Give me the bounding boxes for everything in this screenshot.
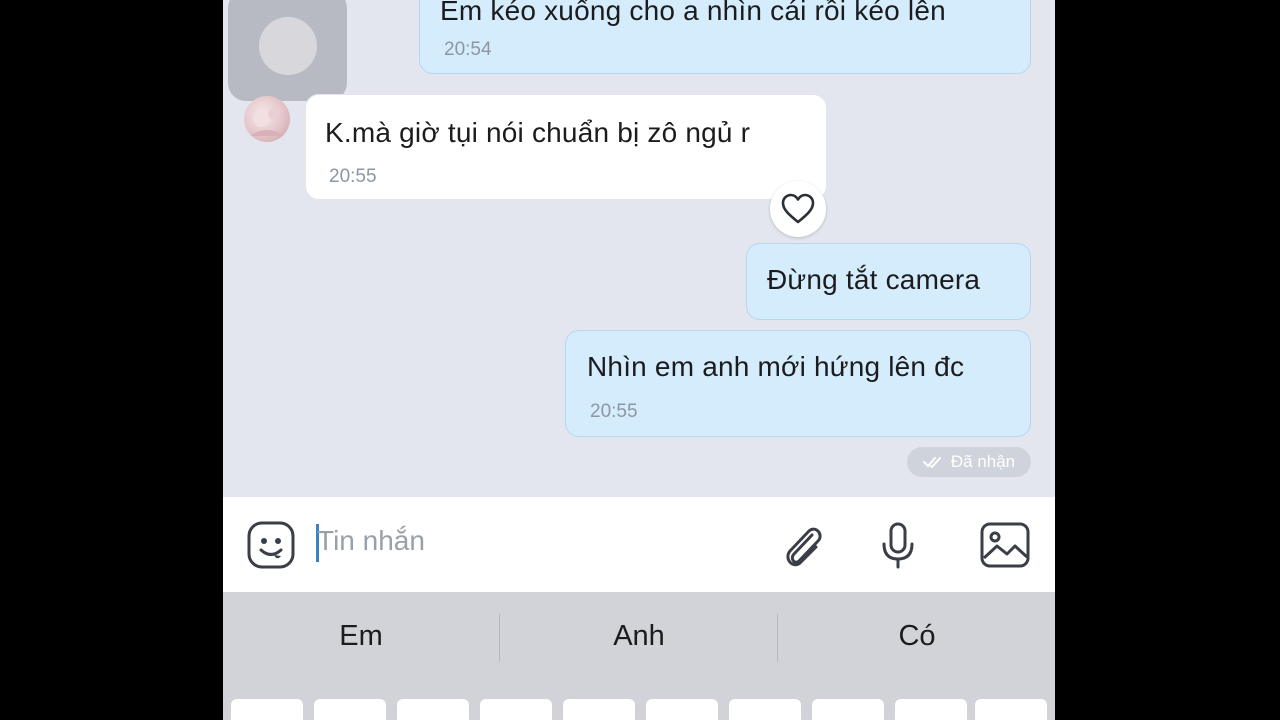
message-bubble-incoming[interactable]: K.mà giờ tụi nói chuẩn bị zô ngủ r 20:55 bbox=[305, 94, 827, 200]
floating-assistive-button[interactable] bbox=[228, 0, 347, 101]
keyboard-key[interactable] bbox=[314, 699, 386, 720]
message-input[interactable]: Tin nhắn bbox=[317, 525, 425, 557]
message-time: 20:55 bbox=[590, 401, 638, 422]
delivery-status-badge: Đã nhận bbox=[907, 447, 1031, 477]
heart-icon bbox=[781, 193, 815, 224]
mic-button[interactable] bbox=[880, 521, 916, 576]
keyboard-key[interactable] bbox=[397, 699, 469, 720]
keyboard-key[interactable] bbox=[231, 699, 303, 720]
keyboard-key[interactable] bbox=[563, 699, 635, 720]
keyboard: Em Anh Có bbox=[223, 592, 1055, 720]
message-composer: Tin nhắn bbox=[223, 497, 1055, 592]
keyboard-key[interactable] bbox=[646, 699, 718, 720]
chat-screen: Em kéo xuống cho a nhìn cái rồi kéo lên … bbox=[223, 0, 1055, 720]
message-bubble-outgoing[interactable]: Đừng tắt camera bbox=[746, 243, 1031, 320]
message-text: Đừng tắt camera bbox=[767, 264, 981, 295]
suggestion-divider bbox=[777, 614, 778, 662]
delivery-status-label: Đã nhận bbox=[950, 452, 1016, 471]
heart-reaction-button[interactable] bbox=[770, 181, 826, 237]
suggestion-divider bbox=[499, 614, 500, 662]
double-check-icon bbox=[922, 457, 941, 469]
paperclip-icon bbox=[786, 527, 822, 567]
suggestion-2[interactable]: Anh bbox=[501, 620, 777, 653]
message-bubble-outgoing[interactable]: Em kéo xuống cho a nhìn cái rồi kéo lên … bbox=[419, 0, 1031, 74]
message-bubble-outgoing[interactable]: Nhìn em anh mới hứng lên đc 20:55 bbox=[565, 330, 1031, 437]
image-icon bbox=[980, 522, 1030, 568]
keyboard-key[interactable] bbox=[975, 699, 1047, 720]
message-time: 20:54 bbox=[444, 39, 492, 60]
attach-button[interactable] bbox=[780, 521, 826, 576]
message-list[interactable]: Em kéo xuống cho a nhìn cái rồi kéo lên … bbox=[223, 0, 1055, 497]
avatar-image bbox=[250, 108, 284, 136]
message-text: Nhìn em anh mới hứng lên đc bbox=[587, 351, 965, 382]
emoji-button[interactable] bbox=[247, 521, 295, 574]
message-text: K.mà giờ tụi nói chuẩn bị zô ngủ r bbox=[325, 117, 751, 148]
assistive-button-dot bbox=[258, 16, 317, 75]
keyboard-key[interactable] bbox=[480, 699, 552, 720]
avatar[interactable] bbox=[244, 96, 290, 142]
keyboard-key[interactable] bbox=[729, 699, 801, 720]
suggestion-3[interactable]: Có bbox=[779, 620, 1055, 653]
keyboard-key[interactable] bbox=[812, 699, 884, 720]
message-time: 20:55 bbox=[329, 166, 377, 187]
suggestion-1[interactable]: Em bbox=[223, 620, 499, 653]
microphone-icon bbox=[882, 522, 914, 569]
emoji-icon bbox=[247, 521, 295, 569]
image-button[interactable] bbox=[980, 522, 1030, 573]
message-text: Em kéo xuống cho a nhìn cái rồi kéo lên bbox=[440, 0, 946, 26]
keyboard-key[interactable] bbox=[895, 699, 967, 720]
